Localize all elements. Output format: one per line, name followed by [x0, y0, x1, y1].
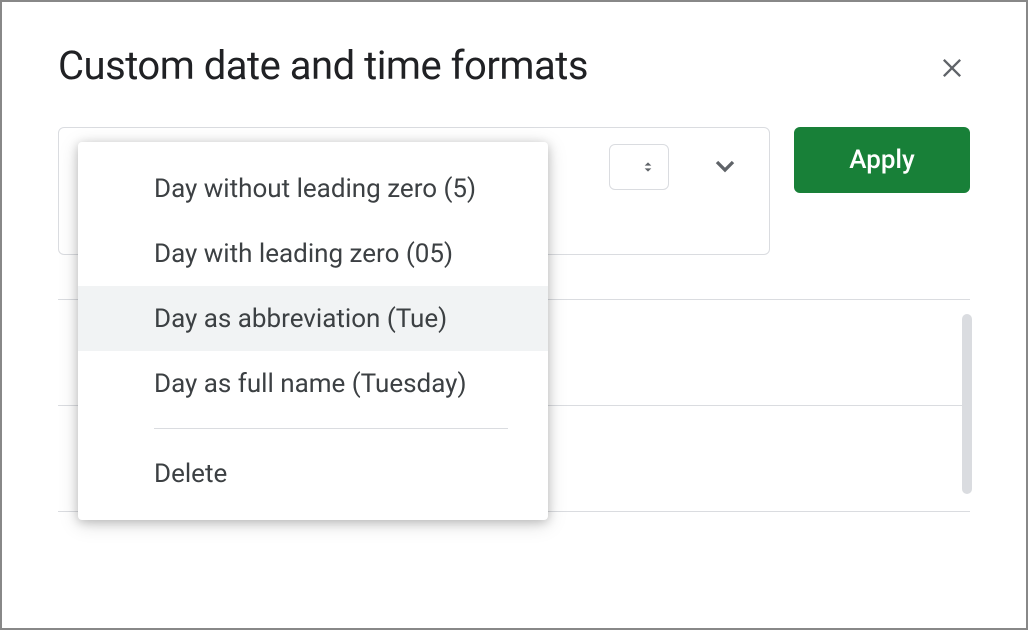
format-token-chip[interactable]: [609, 144, 669, 190]
dropdown-option-day-abbrev[interactable]: Day as abbreviation (Tue): [78, 286, 548, 351]
apply-button[interactable]: Apply: [794, 127, 970, 193]
add-token-dropdown[interactable]: [709, 150, 741, 186]
scrollbar-thumb[interactable]: [962, 314, 972, 494]
dropdown-option-day-full[interactable]: Day as full name (Tuesday): [78, 351, 548, 416]
dropdown-option-day-zero[interactable]: Day with leading zero (05): [78, 221, 548, 286]
date-format-dialog: Custom date and time formats Apply: [2, 2, 1026, 628]
dialog-header: Custom date and time formats: [58, 42, 970, 89]
unfold-icon: [640, 159, 656, 175]
day-format-dropdown: Day without leading zero (5) Day with le…: [78, 142, 548, 520]
dialog-title: Custom date and time formats: [58, 42, 588, 89]
dropdown-option-delete[interactable]: Delete: [78, 441, 548, 506]
dropdown-option-day-no-zero[interactable]: Day without leading zero (5): [78, 156, 548, 221]
chevron-down-icon: [709, 150, 741, 182]
close-icon: [938, 54, 966, 82]
dropdown-divider: [154, 428, 508, 429]
close-button[interactable]: [934, 50, 970, 86]
